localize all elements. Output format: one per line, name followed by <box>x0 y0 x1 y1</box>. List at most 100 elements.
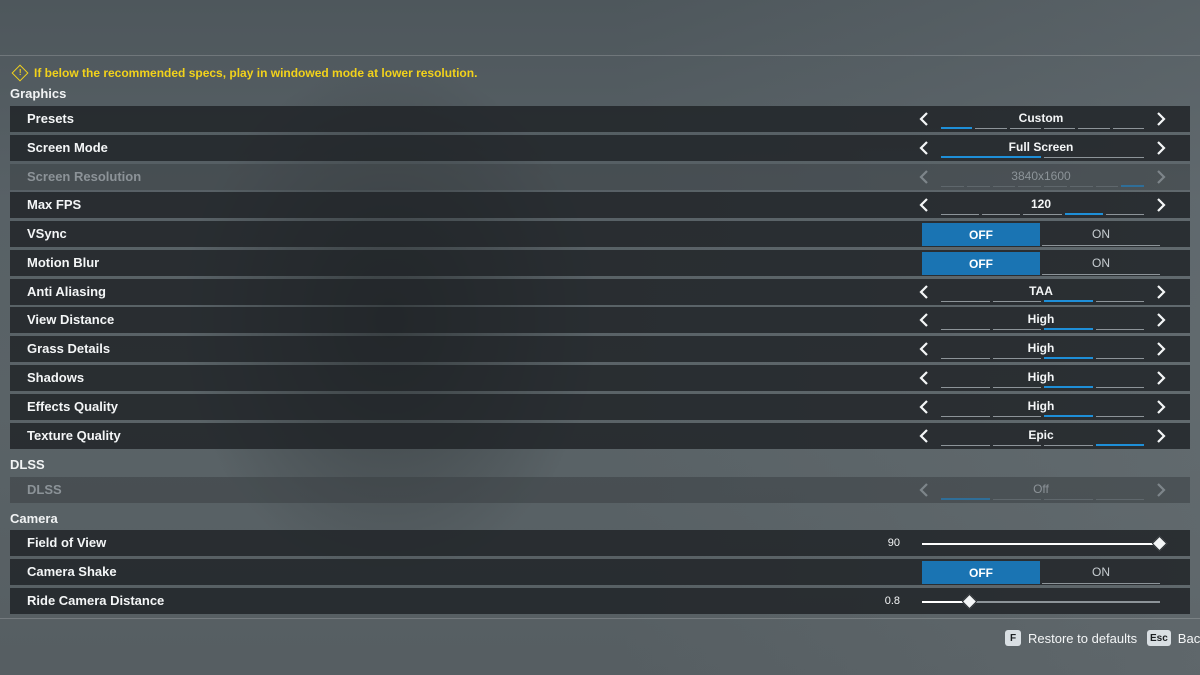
chevron-right-icon <box>1153 169 1169 185</box>
chevron-left-icon[interactable] <box>916 370 932 386</box>
chevron-right-icon[interactable] <box>1153 399 1169 415</box>
toggle-on-button[interactable]: ON <box>1042 223 1160 246</box>
chevron-left-icon[interactable] <box>916 399 932 415</box>
option-segment <box>992 329 1041 330</box>
option-segment <box>1112 128 1144 129</box>
setting-label: Motion Blur <box>27 255 100 270</box>
toggle-off-button[interactable]: OFF <box>922 223 1040 246</box>
setting-label: Shadows <box>27 370 85 385</box>
option-segment <box>992 499 1041 500</box>
section-dlss: DLSS <box>10 457 45 472</box>
setting-motion-blur: Motion Blur OFF ON <box>10 250 1190 276</box>
chevron-left-icon[interactable] <box>916 140 932 156</box>
option-segment <box>941 186 964 187</box>
bottom-divider <box>0 618 1200 619</box>
chevron-left-icon[interactable] <box>916 111 932 127</box>
toggle-on-button[interactable]: ON <box>1042 561 1160 584</box>
slider-track[interactable] <box>922 593 1160 610</box>
setting-label: Effects Quality <box>27 399 119 414</box>
option-segment <box>1044 157 1144 158</box>
option-segment <box>941 358 990 359</box>
option-indicator <box>941 156 1144 158</box>
top-divider <box>0 55 1200 56</box>
option-segment <box>1009 128 1041 129</box>
chevron-left-icon[interactable] <box>916 284 932 300</box>
option-segment-active <box>1064 213 1103 215</box>
option-segment-active <box>941 156 1041 158</box>
setting-texture-quality[interactable]: Texture Quality Epic <box>10 423 1190 449</box>
option-segment <box>966 186 990 187</box>
option-segment <box>992 387 1041 388</box>
option-segment-active <box>1121 185 1144 187</box>
setting-camera-shake: Camera Shake OFF ON <box>10 559 1190 585</box>
setting-anti-aliasing[interactable]: Anti Aliasing TAA <box>10 279 1190 305</box>
setting-field-of-view: Field of View 90 <box>10 530 1190 556</box>
option-segment <box>1095 329 1144 330</box>
section-camera: Camera <box>10 511 58 526</box>
chevron-right-icon[interactable] <box>1153 312 1169 328</box>
setting-screen-mode[interactable]: Screen Mode Full Screen <box>10 135 1190 161</box>
option-indicator <box>941 498 1144 500</box>
option-segment <box>1023 214 1062 215</box>
setting-effects-quality[interactable]: Effects Quality High <box>10 394 1190 420</box>
option-segment <box>1044 499 1093 500</box>
option-indicator <box>941 386 1144 388</box>
chevron-right-icon[interactable] <box>1153 341 1169 357</box>
option-segment-active <box>1044 415 1093 417</box>
slider-value: 90 <box>887 537 900 549</box>
setting-grass-details[interactable]: Grass Details High <box>10 336 1190 362</box>
setting-label: Presets <box>27 111 74 126</box>
setting-ride-camera-distance: Ride Camera Distance 0.8 <box>10 588 1190 614</box>
option-segment <box>941 387 990 388</box>
option-indicator <box>941 213 1145 215</box>
back-button[interactable]: Esc Back <box>1147 629 1200 647</box>
chevron-left-icon[interactable] <box>916 428 932 444</box>
option-segment <box>1043 128 1076 129</box>
setting-view-distance[interactable]: View Distance High <box>10 307 1190 333</box>
slider-thumb[interactable] <box>1151 535 1168 552</box>
section-graphics: Graphics <box>10 86 67 101</box>
key-esc-icon: Esc <box>1147 630 1171 646</box>
setting-label: DLSS <box>27 482 62 497</box>
option-segment <box>1069 186 1093 187</box>
option-segment <box>1095 387 1144 388</box>
setting-shadows[interactable]: Shadows High <box>10 365 1190 391</box>
warning-diamond-icon: ! <box>11 64 29 82</box>
chevron-right-icon[interactable] <box>1153 140 1169 156</box>
slider-value: 0.8 <box>884 595 900 607</box>
chevron-right-icon[interactable] <box>1153 197 1169 213</box>
option-segment <box>1095 416 1144 417</box>
setting-label: Camera Shake <box>27 564 117 579</box>
option-segment <box>941 301 990 302</box>
setting-max-fps[interactable]: Max FPS 120 <box>10 192 1190 218</box>
spec-warning: ! If below the recommended specs, play i… <box>11 64 478 82</box>
chevron-right-icon[interactable] <box>1153 284 1169 300</box>
option-indicator <box>941 127 1144 129</box>
toggle-off-button[interactable]: OFF <box>922 561 1040 584</box>
option-segment <box>992 301 1041 302</box>
option-segment <box>1078 128 1110 129</box>
option-segment <box>941 329 990 330</box>
chevron-right-icon[interactable] <box>1153 111 1169 127</box>
chevron-right-icon[interactable] <box>1153 428 1169 444</box>
setting-label: Ride Camera Distance <box>27 593 165 608</box>
chevron-left-icon[interactable] <box>916 197 932 213</box>
setting-label: Screen Resolution <box>27 169 142 184</box>
setting-presets[interactable]: Presets Custom <box>10 106 1190 132</box>
setting-dlss: DLSS Off <box>10 477 1190 503</box>
setting-label: Grass Details <box>27 341 111 356</box>
setting-screen-resolution: Screen Resolution 3840x1600 <box>10 164 1190 190</box>
slider-track[interactable] <box>922 535 1168 552</box>
toggle-on-button[interactable]: ON <box>1042 252 1160 275</box>
option-segment-active <box>941 127 973 129</box>
chevron-left-icon <box>916 169 932 185</box>
option-segment <box>1044 186 1067 187</box>
chevron-left-icon[interactable] <box>916 312 932 328</box>
toggle-off-button[interactable]: OFF <box>922 252 1040 275</box>
chevron-right-icon[interactable] <box>1153 370 1169 386</box>
chevron-left-icon[interactable] <box>916 341 932 357</box>
spec-warning-text: If below the recommended specs, play in … <box>34 66 478 80</box>
slider-thumb[interactable] <box>961 593 977 610</box>
option-segment <box>941 445 990 446</box>
restore-defaults-button[interactable]: F Restore to defaults <box>1005 629 1137 647</box>
